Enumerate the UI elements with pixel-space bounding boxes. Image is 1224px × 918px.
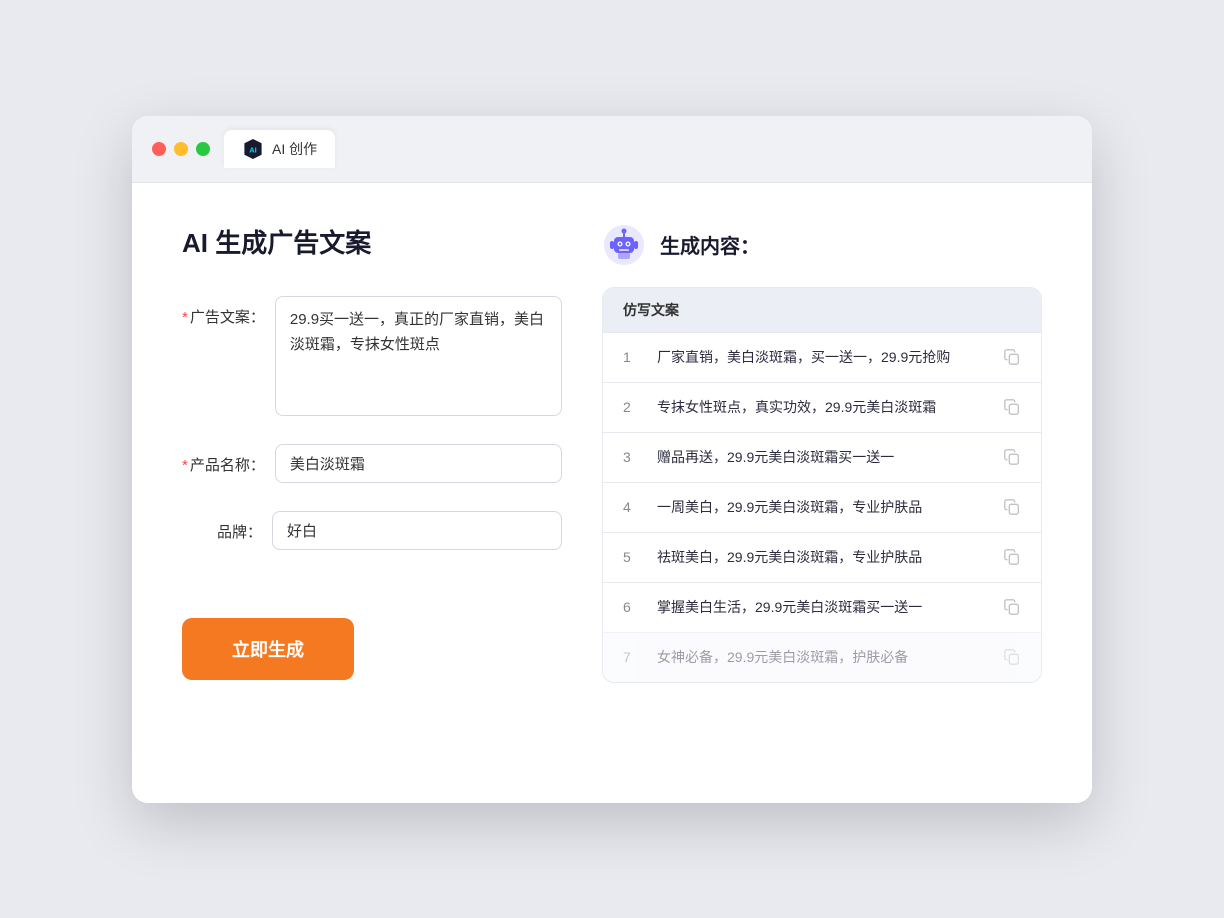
required-star-ad: * bbox=[182, 309, 188, 326]
copy-icon[interactable] bbox=[1003, 548, 1021, 566]
row-text: 一周美白，29.9元美白淡斑霜，专业护肤品 bbox=[657, 497, 987, 518]
product-name-input[interactable] bbox=[275, 444, 562, 483]
form-group-ad-copy: *广告文案： 29.9买一送一，真正的厂家直销，美白淡斑霜，专抹女性斑点 bbox=[182, 296, 562, 416]
row-text: 祛斑美白，29.9元美白淡斑霜，专业护肤品 bbox=[657, 547, 987, 568]
result-table: 仿写文案 1 厂家直销，美白淡斑霜，买一送一，29.9元抢购 2 专抹女性斑点，… bbox=[602, 287, 1042, 683]
ai-tab-icon: AI bbox=[242, 138, 264, 160]
copy-icon[interactable] bbox=[1003, 498, 1021, 516]
table-row: 4 一周美白，29.9元美白淡斑霜，专业护肤品 bbox=[603, 482, 1041, 532]
copy-icon[interactable] bbox=[1003, 648, 1021, 666]
table-row: 5 祛斑美白，29.9元美白淡斑霜，专业护肤品 bbox=[603, 532, 1041, 582]
ad-copy-label: *广告文案： bbox=[182, 296, 265, 327]
table-row: 7 女神必备，29.9元美白淡斑霜，护肤必备 bbox=[603, 632, 1041, 682]
row-text: 厂家直销，美白淡斑霜，买一送一，29.9元抢购 bbox=[657, 347, 987, 368]
copy-icon[interactable] bbox=[1003, 448, 1021, 466]
row-number: 4 bbox=[623, 499, 641, 515]
brand-label: 品牌： bbox=[182, 511, 262, 542]
row-text: 掌握美白生活，29.9元美白淡斑霜买一送一 bbox=[657, 597, 987, 618]
row-number: 7 bbox=[623, 649, 641, 665]
row-text: 赠品再送，29.9元美白淡斑霜买一送一 bbox=[657, 447, 987, 468]
maximize-button[interactable] bbox=[196, 142, 210, 156]
form-group-brand: 品牌： bbox=[182, 511, 562, 550]
close-button[interactable] bbox=[152, 142, 166, 156]
robot-icon bbox=[602, 223, 646, 267]
result-header: 生成内容： bbox=[602, 223, 1042, 267]
result-table-header: 仿写文案 bbox=[603, 288, 1041, 332]
app-content: AI 生成广告文案 *广告文案： 29.9买一送一，真正的厂家直销，美白淡斑霜，… bbox=[132, 183, 1092, 803]
copy-icon[interactable] bbox=[1003, 348, 1021, 366]
traffic-lights bbox=[152, 142, 210, 156]
table-row: 3 赠品再送，29.9元美白淡斑霜买一送一 bbox=[603, 432, 1041, 482]
row-number: 2 bbox=[623, 399, 641, 415]
row-text: 女神必备，29.9元美白淡斑霜，护肤必备 bbox=[657, 647, 987, 668]
page-title: AI 生成广告文案 bbox=[182, 223, 562, 260]
copy-icon[interactable] bbox=[1003, 398, 1021, 416]
row-number: 5 bbox=[623, 549, 641, 565]
right-panel: 生成内容： 仿写文案 1 厂家直销，美白淡斑霜，买一送一，29.9元抢购 2 专… bbox=[602, 223, 1042, 753]
table-row: 2 专抹女性斑点，真实功效，29.9元美白淡斑霜 bbox=[603, 382, 1041, 432]
title-bar: AI AI 创作 bbox=[132, 116, 1092, 183]
browser-window: AI AI 创作 AI 生成广告文案 *广告文案： 29.9买一送一，真正的厂家… bbox=[132, 116, 1092, 803]
row-number: 1 bbox=[623, 349, 641, 365]
minimize-button[interactable] bbox=[174, 142, 188, 156]
row-number: 6 bbox=[623, 599, 641, 615]
ai-creation-tab[interactable]: AI AI 创作 bbox=[224, 130, 335, 168]
ad-copy-input[interactable]: 29.9买一送一，真正的厂家直销，美白淡斑霜，专抹女性斑点 bbox=[275, 296, 562, 416]
form-group-product-name: *产品名称： bbox=[182, 444, 562, 483]
result-title: 生成内容： bbox=[660, 230, 760, 259]
row-text: 专抹女性斑点，真实功效，29.9元美白淡斑霜 bbox=[657, 397, 987, 418]
table-row: 6 掌握美白生活，29.9元美白淡斑霜买一送一 bbox=[603, 582, 1041, 632]
product-name-label: *产品名称： bbox=[182, 444, 265, 475]
copy-icon[interactable] bbox=[1003, 598, 1021, 616]
generate-button[interactable]: 立即生成 bbox=[182, 618, 354, 680]
row-number: 3 bbox=[623, 449, 641, 465]
table-row: 1 厂家直销，美白淡斑霜，买一送一，29.9元抢购 bbox=[603, 332, 1041, 382]
svg-text:AI: AI bbox=[249, 145, 257, 154]
required-star-product: * bbox=[182, 457, 188, 474]
brand-input[interactable] bbox=[272, 511, 562, 550]
tab-label: AI 创作 bbox=[272, 139, 317, 159]
left-panel: AI 生成广告文案 *广告文案： 29.9买一送一，真正的厂家直销，美白淡斑霜，… bbox=[182, 223, 562, 753]
